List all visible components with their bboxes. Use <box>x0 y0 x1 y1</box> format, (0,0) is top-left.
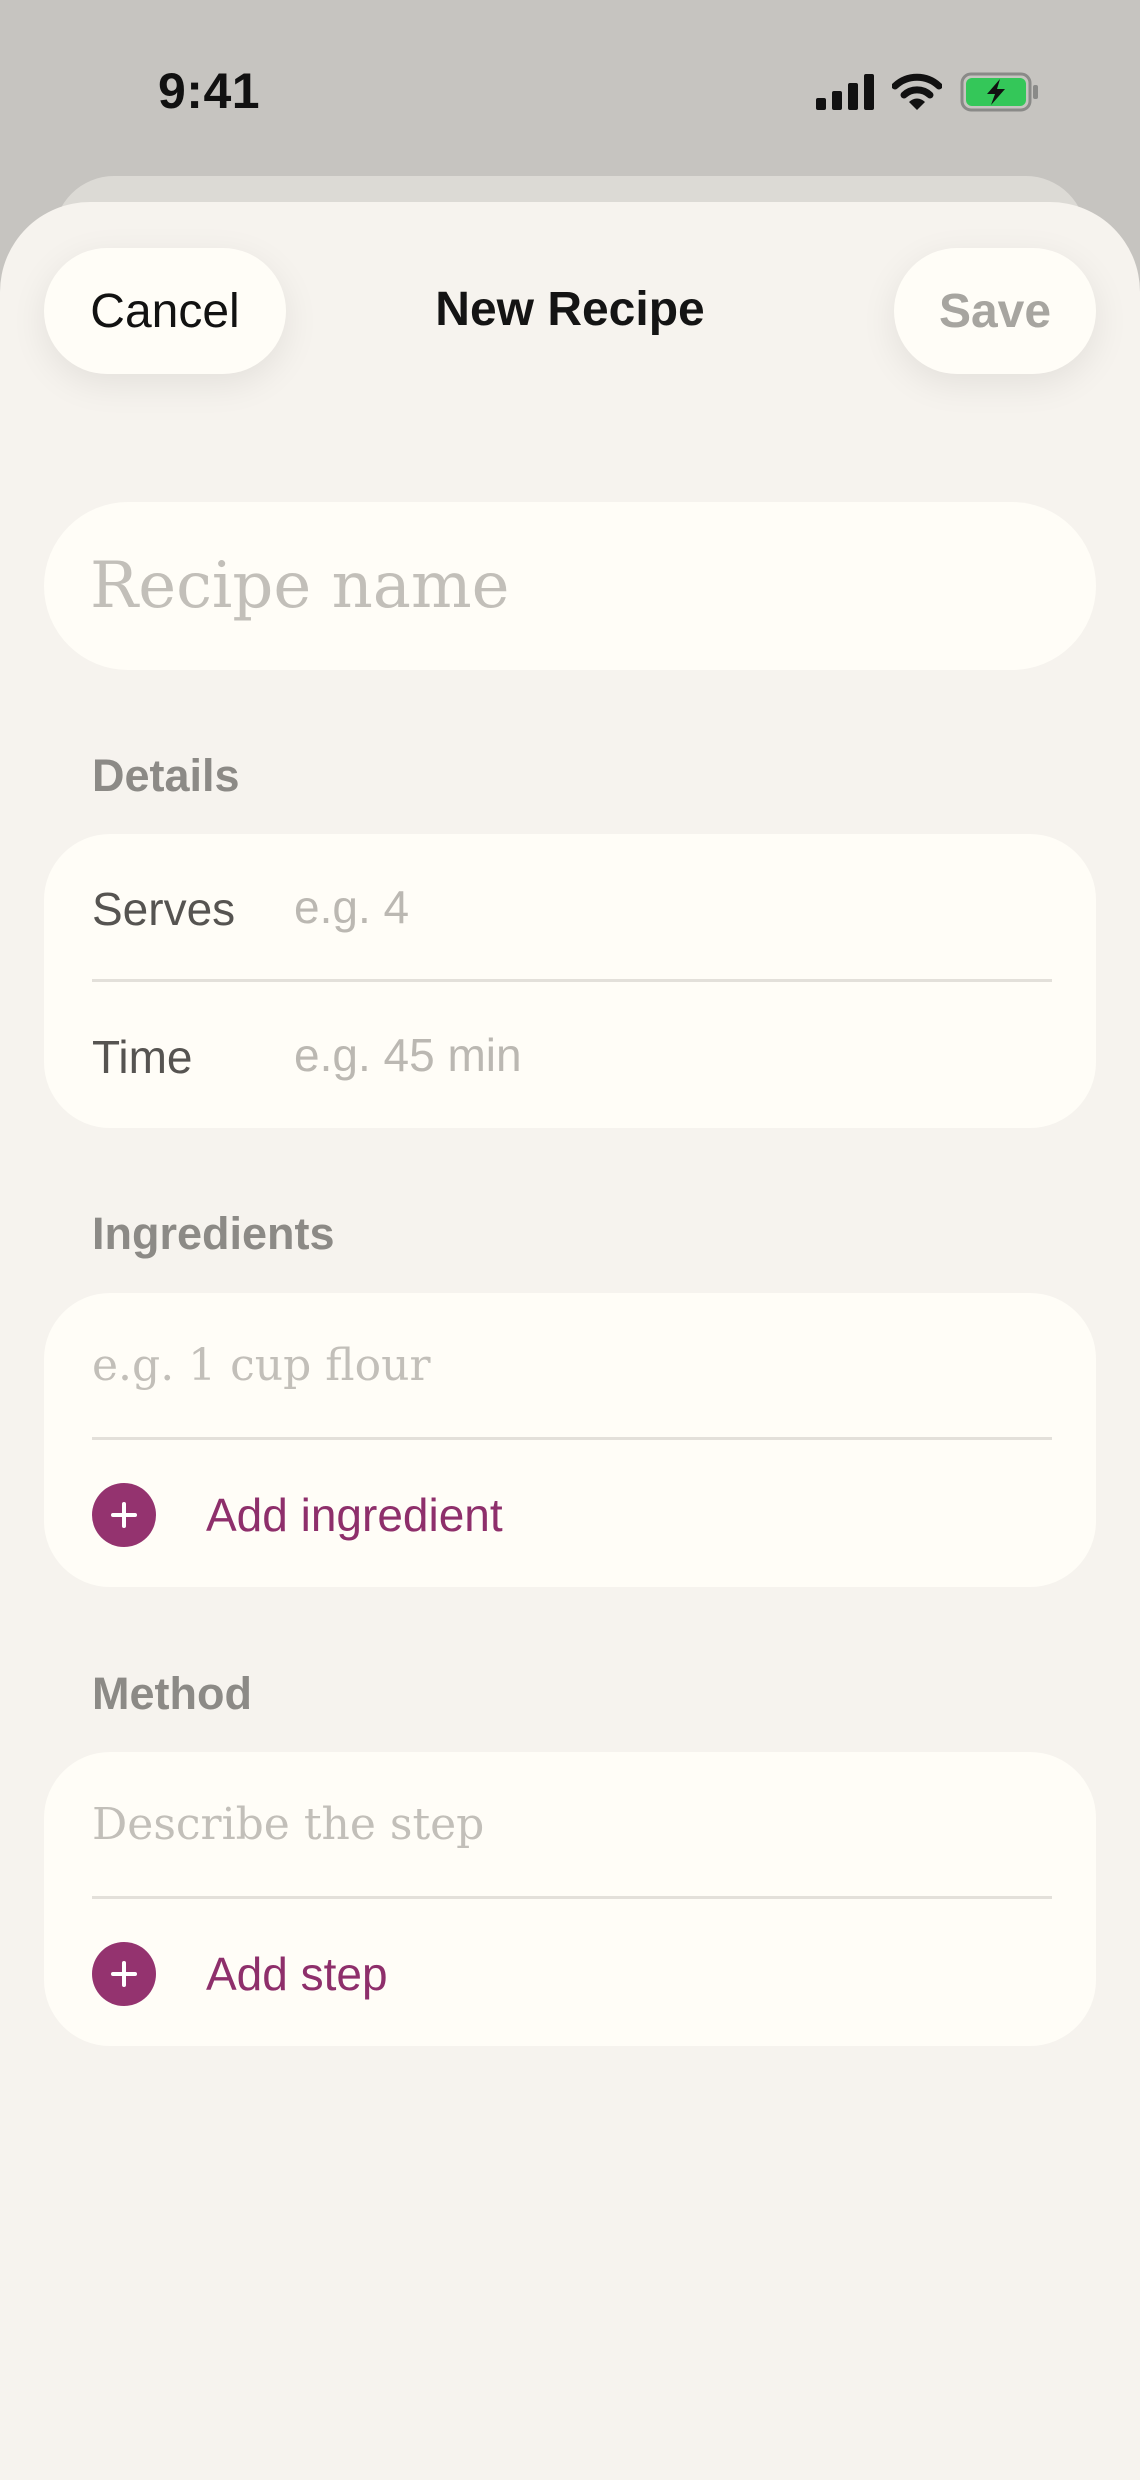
time-label: Time <box>92 1031 193 1083</box>
add-ingredient-button[interactable]: Add ingredient <box>92 1483 503 1547</box>
page-title: New Recipe <box>435 283 705 336</box>
ingredients-card: Add ingredient <box>44 1293 1096 1587</box>
add-ingredient-label: Add ingredient <box>206 1489 503 1541</box>
add-step-label: Add step <box>206 1948 388 2000</box>
serves-input[interactable] <box>294 874 1034 940</box>
cellular-signal-icon <box>816 74 874 115</box>
add-step-button[interactable]: Add step <box>92 1942 388 2006</box>
details-divider <box>92 979 1052 982</box>
status-icons <box>816 72 1040 117</box>
battery-charging-icon <box>960 72 1040 117</box>
status-bar: 9:41 <box>0 0 1140 180</box>
plus-circle-icon <box>92 1483 156 1547</box>
save-button[interactable]: Save <box>894 248 1096 374</box>
ingredients-heading: Ingredients <box>92 1208 335 1259</box>
serves-label: Serves <box>92 883 236 935</box>
details-heading: Details <box>92 750 240 801</box>
time-input[interactable] <box>294 1022 1034 1088</box>
method-divider <box>92 1896 1052 1899</box>
status-time: 9:41 <box>158 63 261 119</box>
recipe-name-input[interactable] <box>90 502 1050 670</box>
method-heading: Method <box>92 1668 252 1719</box>
recipe-name-field <box>44 502 1096 670</box>
wifi-icon <box>891 73 943 116</box>
method-card: Add step <box>44 1752 1096 2046</box>
plus-circle-icon <box>92 1942 156 2006</box>
ingredient-input[interactable] <box>92 1325 1032 1405</box>
cancel-button[interactable]: Cancel <box>44 248 286 374</box>
ingredients-divider <box>92 1437 1052 1440</box>
step-input[interactable] <box>92 1784 1032 1864</box>
details-card: Serves Time <box>44 834 1096 1128</box>
